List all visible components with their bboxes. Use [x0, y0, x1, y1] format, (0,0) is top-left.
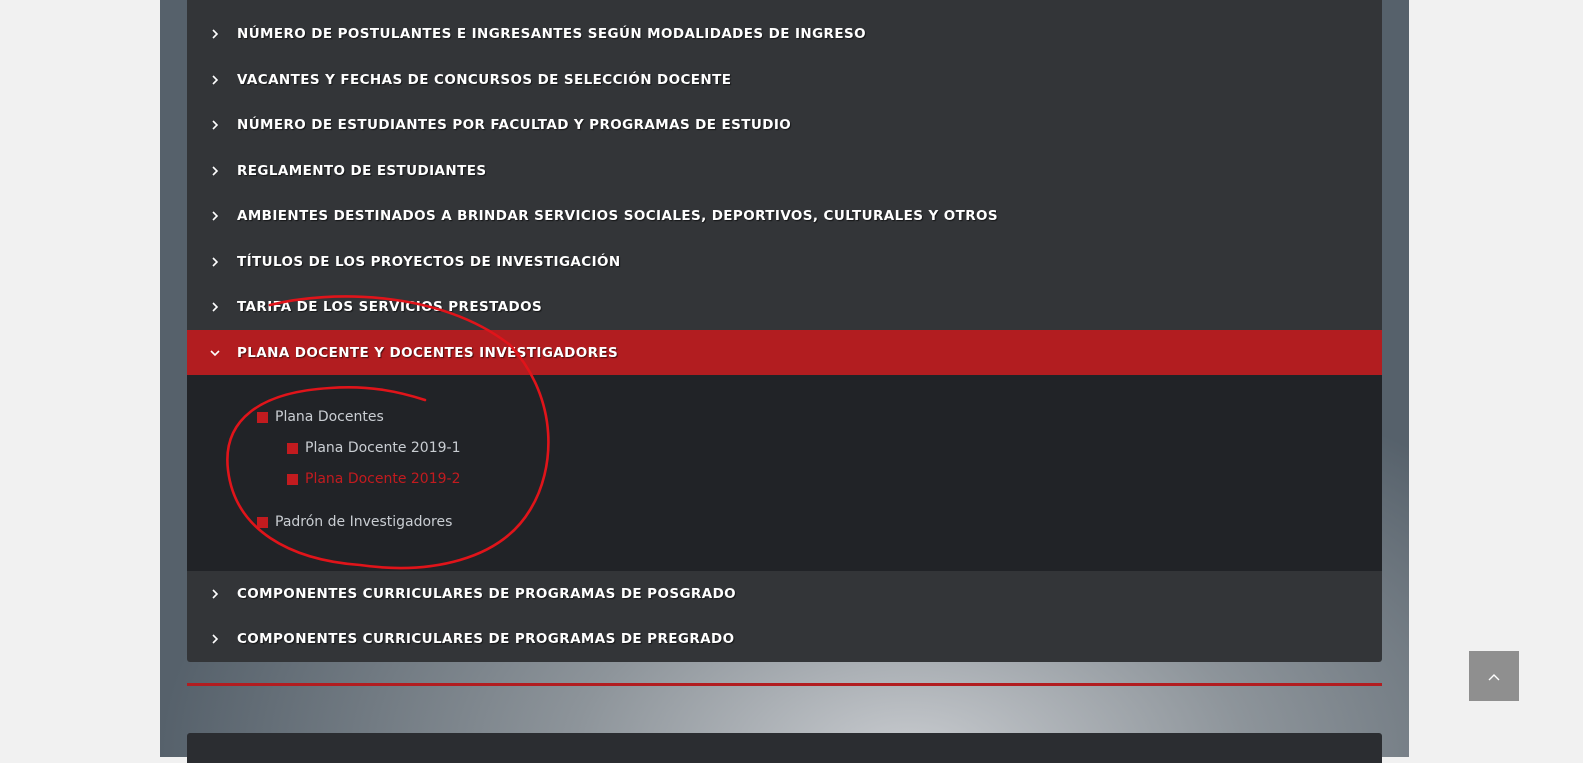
scroll-to-top-button[interactable] [1469, 651, 1519, 701]
accordion-panel-plana-docente: Plana Docentes Plana Docente 2019-1 Plan… [187, 375, 1382, 571]
accordion-item-vacantes[interactable]: VACANTES Y FECHAS DE CONCURSOS DE SELECC… [187, 57, 1382, 103]
accordion-item-label: REGLAMENTO DE ESTUDIANTES [237, 163, 487, 179]
chevron-right-icon [209, 119, 221, 131]
bullet-square-icon [257, 516, 268, 528]
accordion-item-label: TARIFA DE LOS SERVICIOS PRESTADOS [237, 299, 543, 315]
chevron-right-icon [209, 256, 221, 268]
chevron-right-icon [209, 588, 221, 600]
link-plana-docente-2019-2[interactable]: Plana Docente 2019-2 [287, 471, 460, 487]
accordion-item-tarifa[interactable]: TARIFA DE LOS SERVICIOS PRESTADOS [187, 284, 1382, 330]
accordion-item-label: COMPONENTES CURRICULARES DE PROGRAMAS DE… [237, 586, 737, 602]
chevron-down-icon [209, 347, 221, 359]
chevron-up-icon [1487, 667, 1501, 686]
link-plana-docente-2019-1[interactable]: Plana Docente 2019-1 [287, 440, 460, 456]
chevron-right-icon [209, 74, 221, 86]
link-padron-investigadores[interactable]: Padrón de Investigadores [257, 514, 452, 530]
bullet-square-icon [257, 411, 268, 423]
bullet-square-icon [287, 442, 298, 454]
accordion-item-plana-docente[interactable]: PLANA DOCENTE Y DOCENTES INVESTIGADORES [187, 330, 1382, 376]
accordion-item-label: PLANA DOCENTE Y DOCENTES INVESTIGADORES [237, 345, 619, 361]
accordion-item-postulantes[interactable]: NÚMERO DE POSTULANTES E INGRESANTES SEGÚ… [187, 11, 1382, 57]
accordion-item-ambientes[interactable]: AMBIENTES DESTINADOS A BRINDAR SERVICIOS… [187, 193, 1382, 239]
accordion-item-label: NÚMERO DE ESTUDIANTES POR FACULTAD Y PRO… [237, 117, 792, 133]
content-wrapper: NÚMERO DE POSTULANTES E INGRESANTES SEGÚ… [160, 0, 1409, 763]
accordion-item-pregrado[interactable]: COMPONENTES CURRICULARES DE PROGRAMAS DE… [187, 616, 1382, 662]
accordion-item-label: AMBIENTES DESTINADOS A BRINDAR SERVICIOS… [237, 208, 999, 224]
section-divider [187, 683, 1382, 686]
bullet-square-icon [287, 473, 298, 485]
chevron-right-icon [209, 633, 221, 645]
chevron-right-icon [209, 165, 221, 177]
chevron-right-icon [209, 301, 221, 313]
chevron-right-icon [209, 28, 221, 40]
accordion-item-label: TÍTULOS DE LOS PROYECTOS DE INVESTIGACIÓ… [237, 254, 621, 270]
accordion-item-reglamento[interactable]: REGLAMENTO DE ESTUDIANTES [187, 148, 1382, 194]
accordion-item-label: VACANTES Y FECHAS DE CONCURSOS DE SELECC… [237, 72, 732, 88]
link-plana-docentes[interactable]: Plana Docentes [257, 409, 384, 425]
chevron-right-icon [209, 210, 221, 222]
accordion: NÚMERO DE POSTULANTES E INGRESANTES SEGÚ… [187, 0, 1382, 662]
accordion-item-label: COMPONENTES CURRICULARES DE PROGRAMAS DE… [237, 631, 735, 647]
accordion-item-titulos[interactable]: TÍTULOS DE LOS PROYECTOS DE INVESTIGACIÓ… [187, 239, 1382, 285]
accordion-item-posgrado[interactable]: COMPONENTES CURRICULARES DE PROGRAMAS DE… [187, 571, 1382, 617]
accordion-item-label: NÚMERO DE POSTULANTES E INGRESANTES SEGÚ… [237, 26, 866, 42]
accordion-item-estudiantes[interactable]: NÚMERO DE ESTUDIANTES POR FACULTAD Y PRO… [187, 102, 1382, 148]
next-section-box [187, 733, 1382, 763]
